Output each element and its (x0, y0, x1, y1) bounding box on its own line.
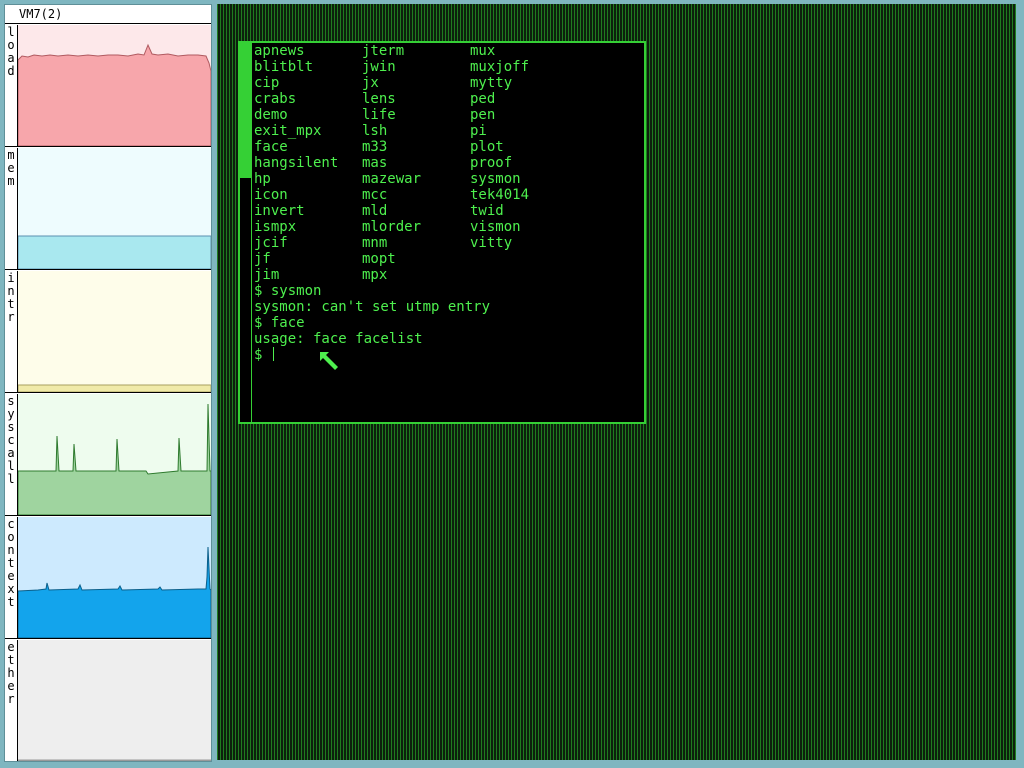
terminal-text[interactable]: apnews blitblt cip crabs demo exit_mpx face han… (254, 43, 644, 422)
listing-column-1: apnews blitblt cip crabs demo exit_mpx face han… (254, 43, 362, 283)
mouse-pointer-arrow-icon (320, 352, 338, 370)
terminal-line: $ face (254, 315, 305, 331)
command-blitblt: blitblt (254, 59, 314, 75)
command-ismpx: ismpx (254, 219, 297, 235)
command-jterm: jterm (362, 43, 405, 59)
command-mux: mux (470, 43, 496, 59)
meter-label-load: l o a d (7, 25, 15, 78)
command-mazewar: mazewar (362, 171, 422, 187)
command-exit_mpx: exit_mpx (254, 123, 322, 139)
command-cip: cip (254, 75, 280, 91)
meter-load: l o a d (5, 25, 211, 147)
meter-label-mem: m e m (7, 148, 15, 188)
sysmon-panel: VM7(2) l o a d m e m i n t r s y s c a l… (4, 4, 212, 762)
command-face: face (254, 139, 288, 155)
ether-graph (18, 759, 211, 761)
command-mnm: mnm (362, 235, 388, 251)
meter-label-syscall: s y s c a l l (7, 394, 15, 486)
meter-graph-intr (17, 271, 211, 392)
terminal-session: $ sysmon sysmon: can't set utmp entry $ fa… (254, 283, 644, 347)
command-listing: apnews blitblt cip crabs demo exit_mpx face han… (254, 43, 644, 283)
meter-graph-mem (17, 148, 211, 269)
terminal-line: sysmon: can't set utmp entry (254, 299, 491, 315)
command-demo: demo (254, 107, 288, 123)
command-jx: jx (362, 75, 379, 91)
terminal-prompt: $ (254, 347, 263, 363)
meter-bg-intr (18, 271, 211, 392)
listing-column-2: jterm jwin jx lens life lsh m33 mas mazewar mcc ml… (362, 43, 470, 283)
command-plot: plot (470, 139, 504, 155)
meter-graph-context (17, 517, 211, 638)
command-crabs: crabs (254, 91, 297, 107)
terminal-scrollbar[interactable] (240, 43, 252, 422)
terminal-line: $ sysmon (254, 283, 322, 299)
meter-bg-ether (18, 640, 211, 761)
command-jwin: jwin (362, 59, 396, 75)
meter-intr: i n t r (5, 271, 211, 393)
command-jim: jim (254, 267, 280, 283)
command-mas: mas (362, 155, 388, 171)
command-pen: pen (470, 107, 496, 123)
sysmon-title: VM7(2) (5, 5, 211, 24)
command-life: life (362, 107, 396, 123)
command-ped: ped (470, 91, 496, 107)
meter-ether: e t h e r (5, 640, 211, 761)
text-cursor (272, 347, 274, 361)
command-mopt: mopt (362, 251, 396, 267)
command-m33: m33 (362, 139, 388, 155)
command-hp: hp (254, 171, 271, 187)
command-mlorder: mlorder (362, 219, 422, 235)
meter-graph-syscall (17, 394, 211, 515)
command-vitty: vitty (470, 235, 513, 251)
command-mytty: mytty (470, 75, 513, 91)
terminal-window[interactable]: apnews blitblt cip crabs demo exit_mpx face han… (238, 41, 646, 424)
command-jf: jf (254, 251, 271, 267)
load-graph (18, 43, 211, 146)
intr-graph (18, 384, 211, 392)
command-muxjoff: muxjoff (470, 59, 530, 75)
command-jcif: jcif (254, 235, 288, 251)
command-mcc: mcc (362, 187, 388, 203)
command-sysmon: sysmon (470, 171, 521, 187)
command-twid: twid (470, 203, 504, 219)
command-pi: pi (470, 123, 487, 139)
terminal-line: usage: face facelist (254, 331, 423, 347)
meter-graph-load (17, 25, 211, 146)
mem-graph (18, 235, 211, 269)
meter-label-intr: i n t r (7, 271, 15, 324)
listing-column-3: mux muxjoff mytty ped pen pi plot proof sysmon te… (470, 43, 578, 283)
command-mpx: mpx (362, 267, 388, 283)
terminal-scrollbar-thumb[interactable] (240, 43, 251, 178)
command-icon: icon (254, 187, 288, 203)
command-lens: lens (362, 91, 396, 107)
command-invert: invert (254, 203, 305, 219)
command-mld: mld (362, 203, 388, 219)
command-proof: proof (470, 155, 513, 171)
meter-context: c o n t e x t (5, 517, 211, 639)
command-lsh: lsh (362, 123, 388, 139)
command-vismon: vismon (470, 219, 521, 235)
meter-label-ether: e t h e r (7, 640, 15, 706)
meter-mem: m e m (5, 148, 211, 270)
meter-label-context: c o n t e x t (7, 517, 15, 609)
meter-syscall: s y s c a l l (5, 394, 211, 516)
command-apnews: apnews (254, 43, 305, 59)
command-hangsilent: hangsilent (254, 155, 339, 171)
terminal-prompt-line[interactable]: $ (254, 347, 644, 363)
meter-graph-ether (17, 640, 211, 761)
command-tek4014: tek4014 (470, 187, 530, 203)
